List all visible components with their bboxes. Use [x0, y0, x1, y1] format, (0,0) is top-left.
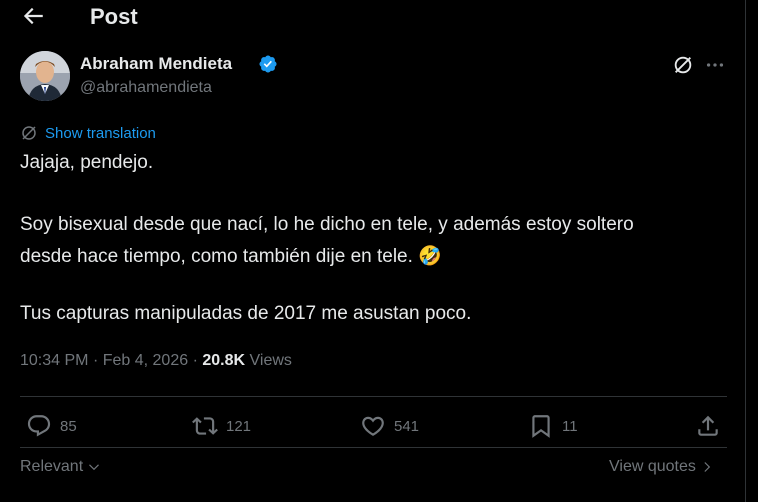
- post-metadata: 10:34 PM · Feb 4, 2026 · 20.8K Views: [20, 352, 292, 370]
- sort-label: Relevant: [20, 458, 84, 475]
- reply-icon: [27, 415, 51, 437]
- views-label: Views: [249, 352, 292, 369]
- post-time[interactable]: 10:34 PM: [20, 352, 88, 369]
- meta-separator: ·: [92, 352, 103, 369]
- chevron-right-icon: [704, 462, 711, 472]
- repost-button[interactable]: 121: [192, 413, 251, 439]
- author-handle[interactable]: @abrahamendieta: [80, 79, 212, 97]
- bookmark-count: 11: [562, 417, 578, 435]
- verified-badge-icon: [258, 54, 278, 74]
- author-name[interactable]: Abraham Mendieta: [80, 54, 232, 74]
- like-count: 541: [394, 417, 420, 435]
- tweet-text-line: Soy bisexual desde que nací, lo he dicho…: [20, 214, 634, 235]
- view-quotes-label: View quotes: [609, 458, 696, 475]
- repost-icon: [192, 417, 218, 435]
- arrow-left-icon: [23, 7, 43, 25]
- more-options-icon[interactable]: [704, 54, 726, 76]
- tweet-text-line: desde hace tiempo, como también dije en …: [20, 246, 442, 267]
- meta-separator: ·: [192, 352, 203, 369]
- like-button[interactable]: 541: [360, 413, 419, 439]
- heart-icon: [362, 416, 384, 436]
- view-quotes-link[interactable]: View quotes: [609, 458, 714, 476]
- show-translation-button[interactable]: Show translation: [20, 124, 156, 142]
- show-translation-label: Show translation: [45, 124, 156, 142]
- share-button[interactable]: [695, 413, 721, 439]
- column-border: [745, 0, 746, 502]
- views-count: 20.8K: [202, 352, 246, 369]
- bookmark-icon: [532, 415, 550, 438]
- grok-translate-icon: [22, 126, 36, 140]
- divider: [20, 396, 727, 397]
- back-button[interactable]: [20, 3, 46, 29]
- chevron-down-icon: [89, 464, 100, 471]
- avatar-image: [20, 51, 70, 101]
- reply-button[interactable]: 85: [26, 413, 77, 439]
- grok-icon[interactable]: [672, 54, 694, 76]
- header-bar: Post: [0, 0, 745, 34]
- repost-count: 121: [226, 417, 252, 435]
- sort-replies-dropdown[interactable]: Relevant: [20, 458, 101, 476]
- tweet-text-line: Jajaja, pendejo.: [20, 152, 154, 173]
- page-title: Post: [90, 4, 138, 29]
- reply-count: 85: [60, 417, 77, 435]
- share-icon: [698, 415, 718, 436]
- post-date[interactable]: Feb 4, 2026: [103, 352, 188, 369]
- divider: [20, 447, 727, 448]
- avatar[interactable]: [20, 51, 70, 101]
- bookmark-button[interactable]: 11: [528, 413, 578, 439]
- tweet-text-line: Tus capturas manipuladas de 2017 me asus…: [20, 303, 472, 324]
